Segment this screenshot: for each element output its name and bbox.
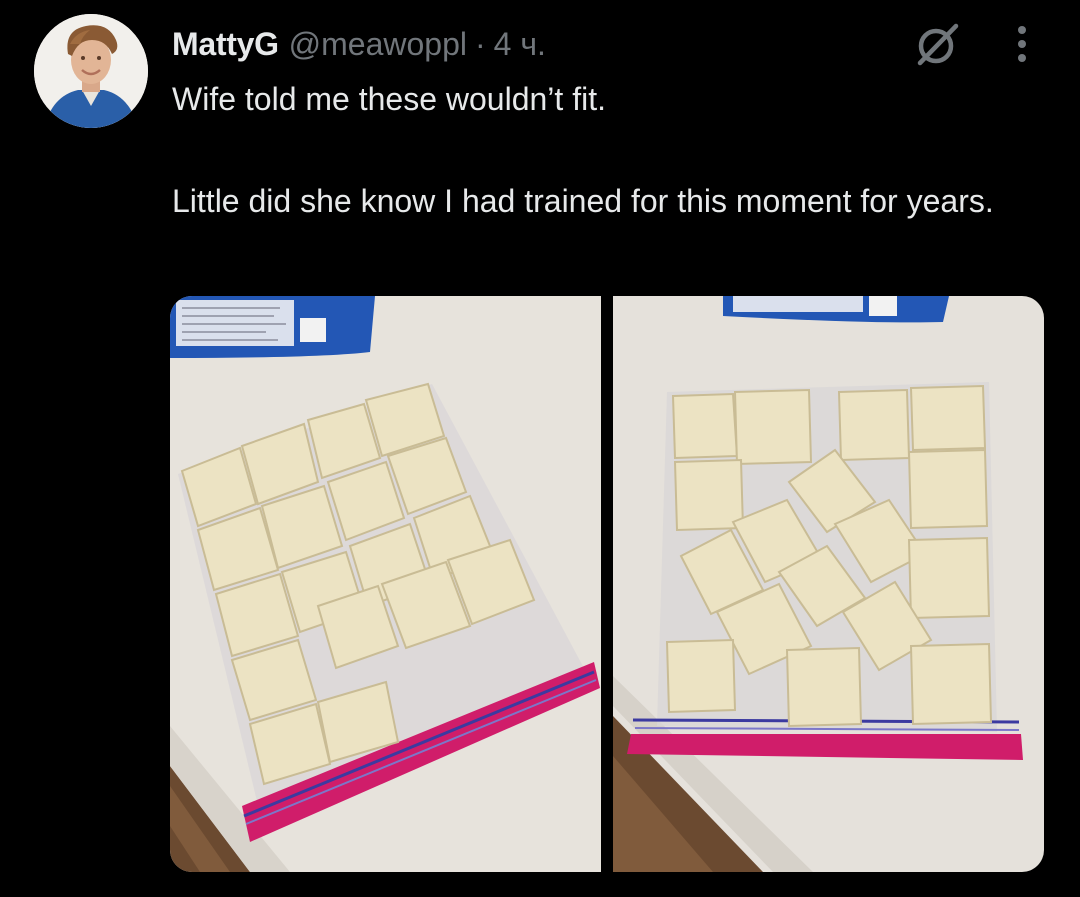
- grok-icon: [917, 23, 959, 66]
- tweet-header: MattyG @meawoppl · 4 ч.: [172, 22, 546, 66]
- media-photo-1[interactable]: [170, 296, 601, 872]
- separator: ·: [475, 25, 486, 62]
- more-button[interactable]: [1000, 22, 1044, 66]
- display-name[interactable]: MattyG: [172, 26, 279, 63]
- tweet-text-line-2: Little did she know I had trained for th…: [172, 183, 994, 219]
- user-handle[interactable]: @meawoppl: [289, 26, 467, 63]
- tweet-text-line-1: Wife told me these wouldn’t fit.: [172, 81, 606, 117]
- tweet: MattyG @meawoppl · 4 ч. Wife told me the…: [0, 0, 1080, 897]
- timestamp[interactable]: 4 ч.: [494, 26, 546, 63]
- media-grid: [170, 296, 1044, 872]
- avatar[interactable]: [34, 14, 148, 128]
- grok-button[interactable]: [912, 20, 964, 68]
- left-photo-icon: [170, 296, 601, 872]
- media-photo-2[interactable]: [613, 296, 1044, 872]
- tweet-text: Wife told me these wouldn’t fit. Little …: [172, 74, 1052, 227]
- right-photo-icon: [613, 296, 1044, 872]
- profile-photo-icon: [34, 14, 148, 128]
- more-vertical-icon: [1018, 26, 1026, 62]
